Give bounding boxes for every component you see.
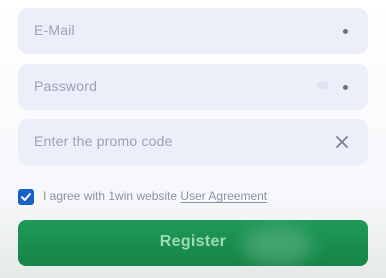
eye-icon[interactable] bbox=[317, 81, 329, 89]
promo-code-placeholder: Enter the promo code bbox=[34, 133, 173, 149]
password-status-dot-icon bbox=[343, 85, 348, 90]
email-placeholder: E-Mail bbox=[34, 22, 75, 38]
agreement-label: I agree with 1win website bbox=[43, 189, 178, 203]
register-button-label: Register bbox=[159, 233, 227, 250]
promo-code-field[interactable]: Enter the promo code bbox=[18, 119, 368, 165]
email-field[interactable]: E-Mail bbox=[18, 8, 368, 54]
agreement-checkbox[interactable] bbox=[18, 189, 34, 205]
register-button[interactable]: Register bbox=[18, 220, 368, 266]
check-icon bbox=[21, 193, 31, 201]
user-agreement-link[interactable]: User Agreement bbox=[180, 189, 267, 203]
agreement-row: I agree with 1win website User Agreement bbox=[18, 188, 368, 206]
password-placeholder: Password bbox=[34, 78, 98, 94]
agreement-text: I agree with 1win website User Agreement bbox=[43, 189, 267, 203]
password-field[interactable]: Password bbox=[18, 64, 368, 110]
email-status-dot-icon bbox=[343, 29, 348, 34]
close-icon[interactable] bbox=[330, 130, 354, 154]
